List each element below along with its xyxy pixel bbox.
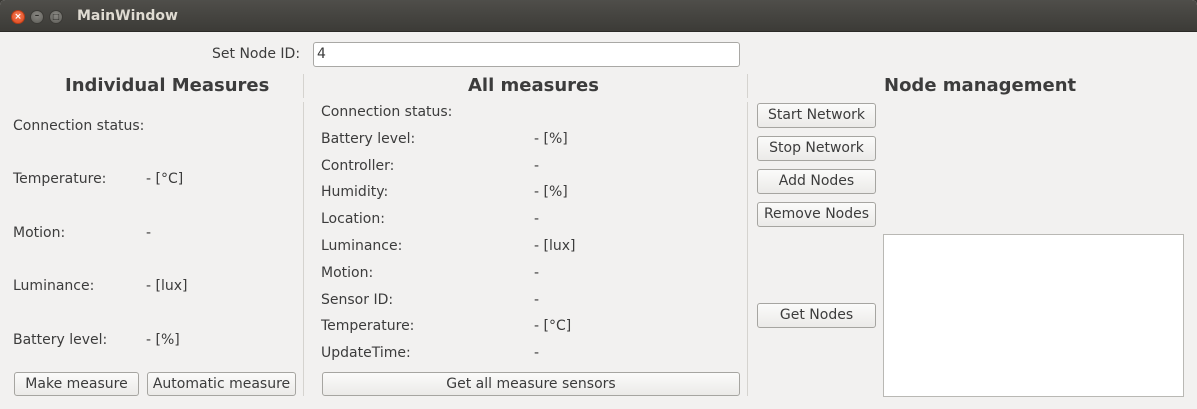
add-nodes-button[interactable]: Add Nodes (757, 169, 876, 194)
individual-luminance-label: Luminance: (13, 278, 95, 294)
all-heading: All measures (468, 75, 599, 96)
all-battery-value: - [%] (534, 131, 568, 147)
individual-connection-label: Connection status: (13, 118, 145, 134)
all-battery-label: Battery level: (321, 131, 416, 147)
separator (303, 74, 304, 98)
nodes-list[interactable] (883, 234, 1184, 397)
all-humidity-label: Humidity: (321, 184, 389, 200)
all-temperature-value: - [°C] (534, 318, 572, 334)
window-title: MainWindow (77, 8, 178, 24)
individual-heading: Individual Measures (65, 75, 270, 96)
stop-network-button[interactable]: Stop Network (757, 136, 876, 161)
all-sensor-id-value: - (534, 292, 540, 308)
title-bar: × – □ MainWindow (0, 0, 1197, 32)
node-id-input[interactable]: 4 (313, 42, 740, 67)
all-controller-value: - (534, 158, 540, 174)
individual-temperature-label: Temperature: (13, 171, 107, 187)
all-humidity-value: - [%] (534, 184, 568, 200)
minimize-icon[interactable]: – (30, 10, 44, 24)
maximize-icon[interactable]: □ (49, 10, 63, 24)
all-motion-value: - (534, 265, 540, 281)
all-luminance-label: Luminance: (321, 238, 403, 254)
close-icon[interactable]: × (11, 10, 25, 24)
all-temperature-label: Temperature: (321, 318, 415, 334)
individual-temperature-value: - [°C] (146, 171, 184, 187)
separator (303, 102, 304, 396)
individual-battery-label: Battery level: (13, 332, 108, 348)
remove-nodes-button[interactable]: Remove Nodes (757, 202, 876, 227)
separator (747, 102, 748, 396)
all-luminance-value: - [lux] (534, 238, 576, 254)
all-updatetime-label: UpdateTime: (321, 345, 411, 361)
individual-motion-value: - (146, 225, 152, 241)
all-updatetime-value: - (534, 345, 540, 361)
individual-motion-label: Motion: (13, 225, 66, 241)
individual-battery-value: - [%] (146, 332, 180, 348)
get-nodes-button[interactable]: Get Nodes (757, 303, 876, 328)
individual-luminance-value: - [lux] (146, 278, 188, 294)
all-connection-label: Connection status: (321, 104, 453, 120)
node-management-heading: Node management (884, 75, 1077, 96)
all-controller-label: Controller: (321, 158, 395, 174)
all-location-value: - (534, 211, 540, 227)
all-sensor-id-label: Sensor ID: (321, 292, 394, 308)
all-location-label: Location: (321, 211, 385, 227)
main-window: × – □ MainWindow Set Node ID: 4 Individu… (0, 0, 1197, 409)
start-network-button[interactable]: Start Network (757, 103, 876, 128)
automatic-measure-button[interactable]: Automatic measure (147, 372, 296, 396)
separator (747, 74, 748, 98)
node-id-label: Set Node ID: (212, 46, 301, 62)
get-all-measure-sensors-button[interactable]: Get all measure sensors (322, 372, 740, 396)
make-measure-button[interactable]: Make measure (14, 372, 139, 396)
all-motion-label: Motion: (321, 265, 374, 281)
